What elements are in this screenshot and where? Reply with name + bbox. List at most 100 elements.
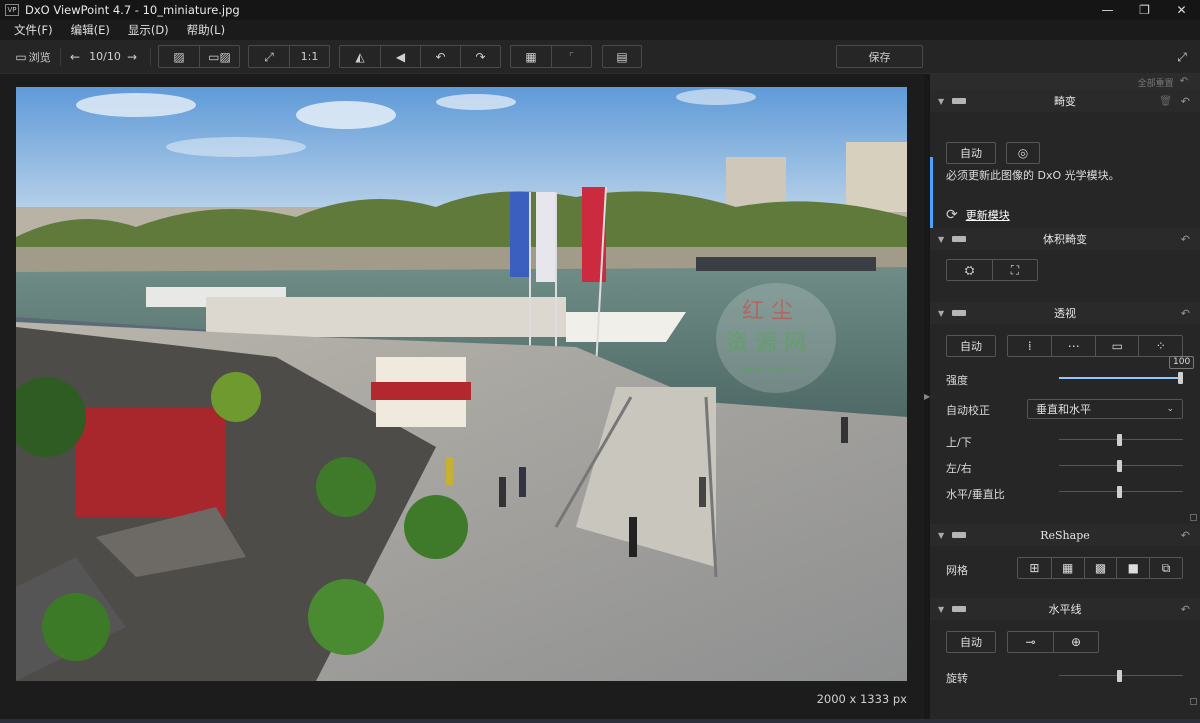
arrow-right-icon: → xyxy=(126,49,138,64)
person-corner-icon: ⛶ xyxy=(1010,262,1020,277)
update-module-link[interactable]: ⟳ 更新模块 xyxy=(946,207,1010,223)
volume-single-button[interactable]: ⛶ xyxy=(991,260,1037,280)
minimize-button[interactable]: — xyxy=(1089,0,1126,20)
flip-vertical-button[interactable]: ◀ xyxy=(380,46,420,67)
rotate-left-button[interactable]: ↶ xyxy=(420,46,460,67)
flip-horizontal-button[interactable]: ◭ xyxy=(340,46,380,67)
horizon-reset-icon[interactable]: ↶ xyxy=(1181,603,1190,616)
maximize-button[interactable]: ❐ xyxy=(1126,0,1163,20)
volume-group-button[interactable]: ⛭ xyxy=(947,260,992,280)
perspective-auto-button[interactable]: 自动 xyxy=(946,335,996,357)
grid-3x3-icon: ▦ xyxy=(1062,561,1074,575)
menu-help[interactable]: 帮助(L) xyxy=(187,22,225,38)
app-logo-icon: VP xyxy=(5,4,19,16)
photo-preview[interactable]: 红 尘 资 源 网 www.hcw3.cn xyxy=(16,87,907,681)
hv-ratio-thumb[interactable] xyxy=(1117,486,1122,498)
rotate-right-button[interactable]: ↷ xyxy=(460,46,500,67)
distortion-reset-icon[interactable]: ↶ xyxy=(1181,95,1190,108)
horizon-header[interactable]: ▼ 水平线 ↶ xyxy=(930,598,1200,620)
perspective-mode-group: ⁞ ⋯ ▭ ⁘ xyxy=(1007,335,1183,357)
save-button[interactable]: 保存 xyxy=(836,45,923,68)
single-view-button[interactable]: ▨ xyxy=(159,46,199,67)
grid-3x3-button[interactable]: ▦ xyxy=(1050,558,1084,578)
auto-correct-select[interactable]: 垂直和水平 ⌄ xyxy=(1027,399,1183,419)
grid-settings-icon: ⧉ xyxy=(1161,560,1171,575)
intensity-slider[interactable] xyxy=(1059,372,1183,384)
horizontal-lines-button[interactable]: ⋯ xyxy=(1051,336,1095,356)
split-view-button[interactable]: ▭▨ xyxy=(199,46,239,67)
horizon-line-button[interactable]: ⊸ xyxy=(1008,632,1053,652)
vertical-points-icon: ⁞ xyxy=(1027,339,1032,353)
refresh-icon: ⟳ xyxy=(946,207,958,223)
fullscreen-button[interactable]: ⤢ xyxy=(1172,45,1192,68)
horizon-title: 水平线 xyxy=(1048,603,1082,616)
close-button[interactable]: ✕ xyxy=(1163,0,1200,20)
menu-edit[interactable]: 编辑(E) xyxy=(71,22,110,38)
browse-button[interactable]: ▭ 浏览 xyxy=(12,45,54,68)
vertical-line-button[interactable]: ⊕ xyxy=(1052,632,1098,652)
grid-toggle-button[interactable]: ▦ xyxy=(511,46,551,67)
fit-to-screen-button[interactable]: ⤢ xyxy=(249,46,289,67)
rotate-slider[interactable] xyxy=(1059,670,1183,682)
export-settings-button[interactable]: ▤ xyxy=(602,45,642,68)
left-right-thumb[interactable] xyxy=(1117,460,1122,472)
browse-label: 浏览 xyxy=(28,50,51,64)
previous-image-button[interactable]: ← xyxy=(68,45,82,68)
crop-guide-button[interactable]: ⌜ xyxy=(551,46,591,67)
title-bar: VP DxO ViewPoint 4.7 - 10_miniature.jpg … xyxy=(0,0,1200,20)
eight-point-button[interactable]: ⁘ xyxy=(1138,336,1182,356)
grid-none-button[interactable]: ■ xyxy=(1116,558,1149,578)
up-down-slider[interactable] xyxy=(1059,434,1183,446)
distortion-header[interactable]: ▼ 畸变 🗑 ↶ xyxy=(930,90,1200,112)
watermark: 红 尘 资 源 网 www.hcw3.cn xyxy=(716,283,836,393)
reshape-section: ▼ ReShape ↶ 网格 ⊞ ▦ ▩ ■ ⧉ xyxy=(930,524,1200,598)
next-image-button[interactable]: → xyxy=(124,45,140,68)
rectangle-button[interactable]: ▭ xyxy=(1094,336,1139,356)
resize-grip-icon[interactable] xyxy=(1190,514,1197,521)
menu-view[interactable]: 显示(D) xyxy=(128,22,169,38)
toolbar: ▭ 浏览 ← 10/10 → ▨ ▭▨ ⤢ 1:1 ◭ ◀ ↶ ↷ ▦ ⌜ ▤ … xyxy=(0,40,1200,74)
up-down-thumb[interactable] xyxy=(1117,434,1122,446)
reshape-reset-icon[interactable]: ↶ xyxy=(1181,529,1190,542)
intensity-value: 100 xyxy=(1169,356,1195,369)
intensity-thumb[interactable] xyxy=(1178,372,1183,384)
rotate-left-icon: ↶ xyxy=(435,49,446,64)
volume-header[interactable]: ▼ 体积畸变 ↶ xyxy=(930,228,1200,250)
split-view-icon: ▭▨ xyxy=(208,49,231,64)
flip-horizontal-icon: ◭ xyxy=(355,49,365,64)
undo-icon: ↶ xyxy=(1179,76,1188,87)
resize-grip-icon[interactable] xyxy=(1190,698,1197,705)
grid-4x4-button[interactable]: ▩ xyxy=(1083,558,1117,578)
reshape-grid-group: ⊞ ▦ ▩ ■ ⧉ xyxy=(1017,557,1183,579)
auto-correct-value: 垂直和水平 xyxy=(1036,403,1091,416)
person-group-icon: ⛭ xyxy=(964,262,975,277)
hv-ratio-slider[interactable] xyxy=(1059,486,1183,498)
left-right-label: 左/右 xyxy=(946,462,972,475)
rotate-thumb[interactable] xyxy=(1117,670,1122,682)
menu-file[interactable]: 文件(F) xyxy=(14,22,53,38)
watermark-url: www.hcw3.cn xyxy=(740,365,802,375)
guides-group: ▦ ⌜ xyxy=(510,45,592,68)
update-module-label: 更新模块 xyxy=(965,209,1010,222)
rotate-right-icon: ↷ xyxy=(475,49,486,64)
reset-all-button[interactable]: 全部重置 ↶ xyxy=(930,74,1200,90)
grid-4x4-icon: ▩ xyxy=(1094,561,1107,575)
volume-mode-group: ⛭ ⛶ xyxy=(946,259,1038,281)
volume-reset-icon[interactable]: ↶ xyxy=(1181,233,1190,246)
trash-icon[interactable]: 🗑 xyxy=(1159,96,1172,107)
perspective-header[interactable]: ▼ 透视 ↶ xyxy=(930,302,1200,324)
grid-custom-button[interactable]: ⧉ xyxy=(1149,558,1182,578)
horizon-auto-button[interactable]: 自动 xyxy=(946,631,996,653)
grid-label: 网格 xyxy=(946,564,968,577)
vertical-lines-button[interactable]: ⁞ xyxy=(1008,336,1051,356)
zoom-100-button[interactable]: 1:1 xyxy=(289,46,329,67)
auto-correct-label: 自动校正 xyxy=(946,404,990,417)
perspective-section: ▼ 透视 ↶ 自动 ⁞ ⋯ ▭ ⁘ 强度 100 自动校正 垂直和水平 ⌄ 上/… xyxy=(930,302,1200,524)
grid-2x2-button[interactable]: ⊞ xyxy=(1018,558,1051,578)
window-title: DxO ViewPoint 4.7 - 10_miniature.jpg xyxy=(25,3,240,17)
taskbar-edge xyxy=(0,719,1200,723)
left-right-slider[interactable] xyxy=(1059,460,1183,472)
reshape-header[interactable]: ▼ ReShape ↶ xyxy=(930,524,1200,546)
perspective-reset-icon[interactable]: ↶ xyxy=(1181,307,1190,320)
horizon-section: ▼ 水平线 ↶ 自动 ⊸ ⊕ 旋转 xyxy=(930,598,1200,708)
